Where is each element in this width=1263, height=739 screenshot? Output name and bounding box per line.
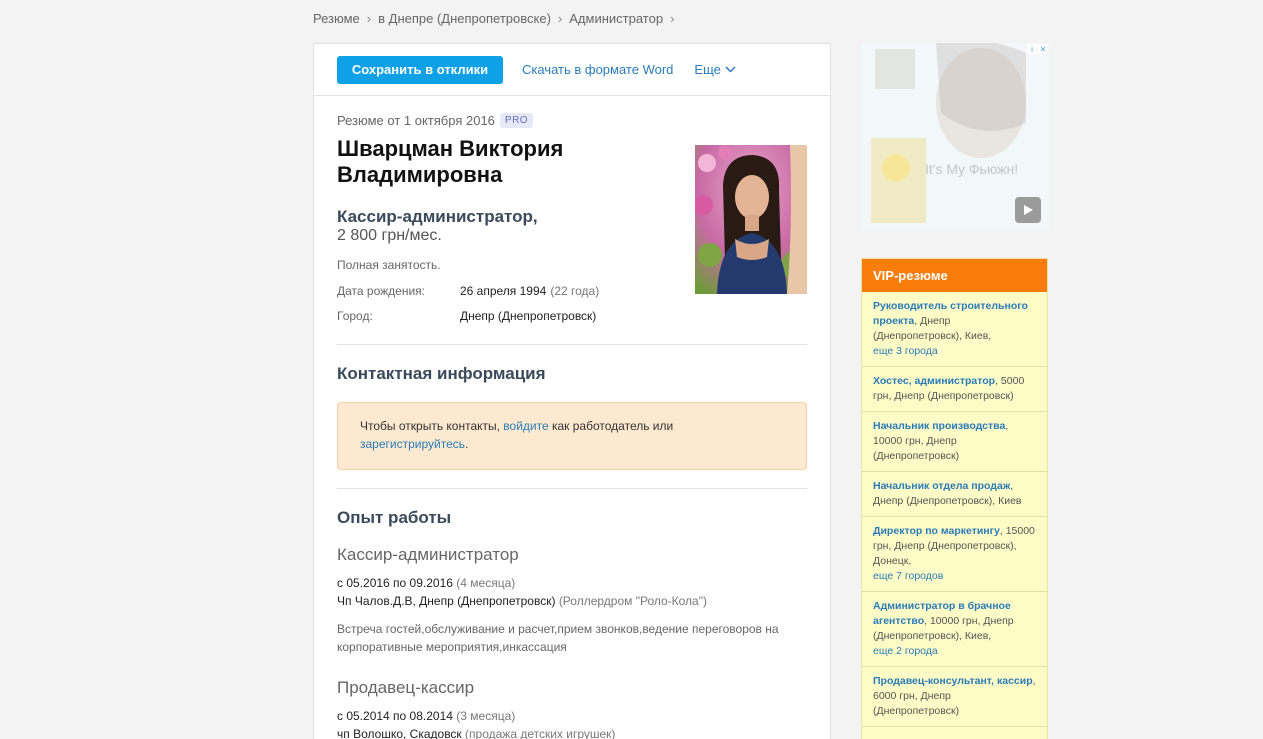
candidate-photo xyxy=(695,145,807,294)
vip-item[interactable]: Хостес, администратор, 5000 грн, Днепр (… xyxy=(862,367,1047,412)
age-value: (22 года) xyxy=(550,284,600,298)
vip-item[interactable]: Начальник отдела продаж, Днепр (Днепропе… xyxy=(862,472,1047,517)
city-label: Город: xyxy=(337,309,373,323)
resume-toolbar: Сохранить в отклики Скачать в формате Wo… xyxy=(314,44,830,96)
divider xyxy=(337,344,807,345)
play-icon[interactable] xyxy=(1015,197,1041,223)
resume-card: Сохранить в отклики Скачать в формате Wo… xyxy=(313,43,831,739)
ad-info-icon[interactable]: i xyxy=(1027,44,1037,54)
desired-position: Кассир-администратор, xyxy=(337,207,538,226)
divider xyxy=(337,488,807,489)
job-company: Чп Чалов.Д.В, Днепр (Днепропетровск) xyxy=(337,594,556,608)
job-description: Встреча гостей,обслуживание и расчет,при… xyxy=(337,622,779,654)
chevron-right-icon: › xyxy=(670,11,675,26)
vip-item-title[interactable]: Хостес, администратор xyxy=(873,375,995,387)
job-company-note: (продажа детских игрушек) xyxy=(465,727,616,739)
more-dropdown-label: Еще xyxy=(694,62,721,77)
resume-date: Резюме от 1 октября 2016 xyxy=(337,113,495,128)
vip-item-title[interactable]: Директор по маркетингу xyxy=(873,525,1000,537)
vip-item[interactable]: Директор по маркетингу, 15000 грн, Днепр… xyxy=(862,517,1047,592)
job-period: с 05.2014 по 08.2014 xyxy=(337,709,453,723)
vip-item-title[interactable]: Руководитель строительного проекта xyxy=(873,300,1028,327)
job-duration: (3 месяца) xyxy=(456,709,516,723)
candidate-name: Шварцман Виктория Владимировна xyxy=(337,136,564,187)
chevron-down-icon xyxy=(725,66,736,73)
vip-resumes-panel: VIP-резюме Руководитель строительного пр… xyxy=(861,258,1048,739)
breadcrumb-city[interactable]: в Днепре (Днепропетровске) xyxy=(378,11,551,26)
contacts-notice: Чтобы открыть контакты, войдите как рабо… xyxy=(337,402,807,470)
job-company-note: (Роллердром "Роло-Кола") xyxy=(558,594,707,608)
job-period: с 05.2016 по 09.2016 xyxy=(337,576,453,590)
close-icon[interactable]: ✕ xyxy=(1038,44,1048,54)
birth-date-label: Дата рождения: xyxy=(337,284,425,298)
resume-date-line: Резюме от 1 октября 2016 PRO xyxy=(337,113,534,128)
chevron-right-icon: › xyxy=(557,11,563,26)
vip-item-more-cities[interactable]: еще 3 города xyxy=(873,345,938,357)
ad-slogan: It's My Фьюжн! xyxy=(925,161,1019,177)
desired-salary: 2 800 грн/мес. xyxy=(337,227,442,244)
job-title: Кассир-администратор xyxy=(337,545,519,564)
vip-item[interactable]: Администратор в брачное агентство, 10000… xyxy=(862,592,1047,667)
city-value: Днепр (Днепропетровск) xyxy=(460,309,597,323)
advertisement[interactable]: It's My Фьюжн! i ✕ xyxy=(861,43,1049,231)
download-word-link[interactable]: Скачать в формате Word xyxy=(522,62,673,77)
job-duration: (4 месяца) xyxy=(456,576,516,590)
vip-item[interactable]: Продавец-консультант, кассир, 6000 грн, … xyxy=(862,667,1047,727)
breadcrumb-category[interactable]: Администратор xyxy=(569,11,663,26)
job-period-line: с 05.2016 по 09.2016 (4 месяца) xyxy=(337,576,515,590)
breadcrumb: Резюме › в Днепре (Днепропетровске) › Ад… xyxy=(313,11,681,26)
notice-text: как работодатель или xyxy=(548,419,674,433)
job-company: чп Волошко, Скадовск xyxy=(337,727,462,739)
experience-heading: Опыт работы xyxy=(337,508,452,527)
contacts-heading: Контактная информация xyxy=(337,364,546,383)
login-link[interactable]: войдите xyxy=(503,419,548,433)
ad-controls: i ✕ xyxy=(1027,44,1048,54)
job-title: Продавец-кассир xyxy=(337,678,475,697)
city-row: Город: Днепр (Днепропетровск) xyxy=(337,309,596,323)
notice-text: Чтобы открыть контакты, xyxy=(360,419,504,433)
job-company-line: чп Волошко, Скадовск (продажа детских иг… xyxy=(337,727,615,739)
pro-badge: PRO xyxy=(499,113,534,128)
birth-date-row: Дата рождения: 26 апреля 1994 (22 года) xyxy=(337,284,599,298)
breadcrumb-resume[interactable]: Резюме xyxy=(313,11,360,26)
vip-item[interactable]: Начальник производства, 10000 грн, Днепр… xyxy=(862,412,1047,472)
vip-item-more-cities[interactable]: еще 2 города xyxy=(873,645,938,657)
job-period-line: с 05.2014 по 08.2014 (3 месяца) xyxy=(337,709,515,723)
job-company-line: Чп Чалов.Д.В, Днепр (Днепропетровск) (Ро… xyxy=(337,594,707,608)
birth-date-value: 26 апреля 1994 xyxy=(460,284,547,298)
vip-item-title[interactable]: Продавец-консультант, кассир xyxy=(873,675,1033,687)
notice-text: . xyxy=(465,437,469,451)
vip-item-title[interactable]: Начальник производства xyxy=(873,420,1005,432)
more-dropdown[interactable]: Еще xyxy=(694,62,736,77)
register-link[interactable]: зарегистрируйтесь xyxy=(360,437,465,451)
vip-item-more-cities[interactable]: еще 7 городов xyxy=(873,570,943,582)
vip-heading: VIP-резюме xyxy=(862,259,1047,292)
save-to-responses-button[interactable]: Сохранить в отклики xyxy=(337,55,503,84)
employment-type: Полная занятость. xyxy=(337,258,441,272)
vip-item[interactable]: Руководитель строительного проекта, Днеп… xyxy=(862,292,1047,367)
vip-item-title[interactable]: Начальник отдела продаж xyxy=(873,480,1010,492)
chevron-right-icon: › xyxy=(366,11,372,26)
